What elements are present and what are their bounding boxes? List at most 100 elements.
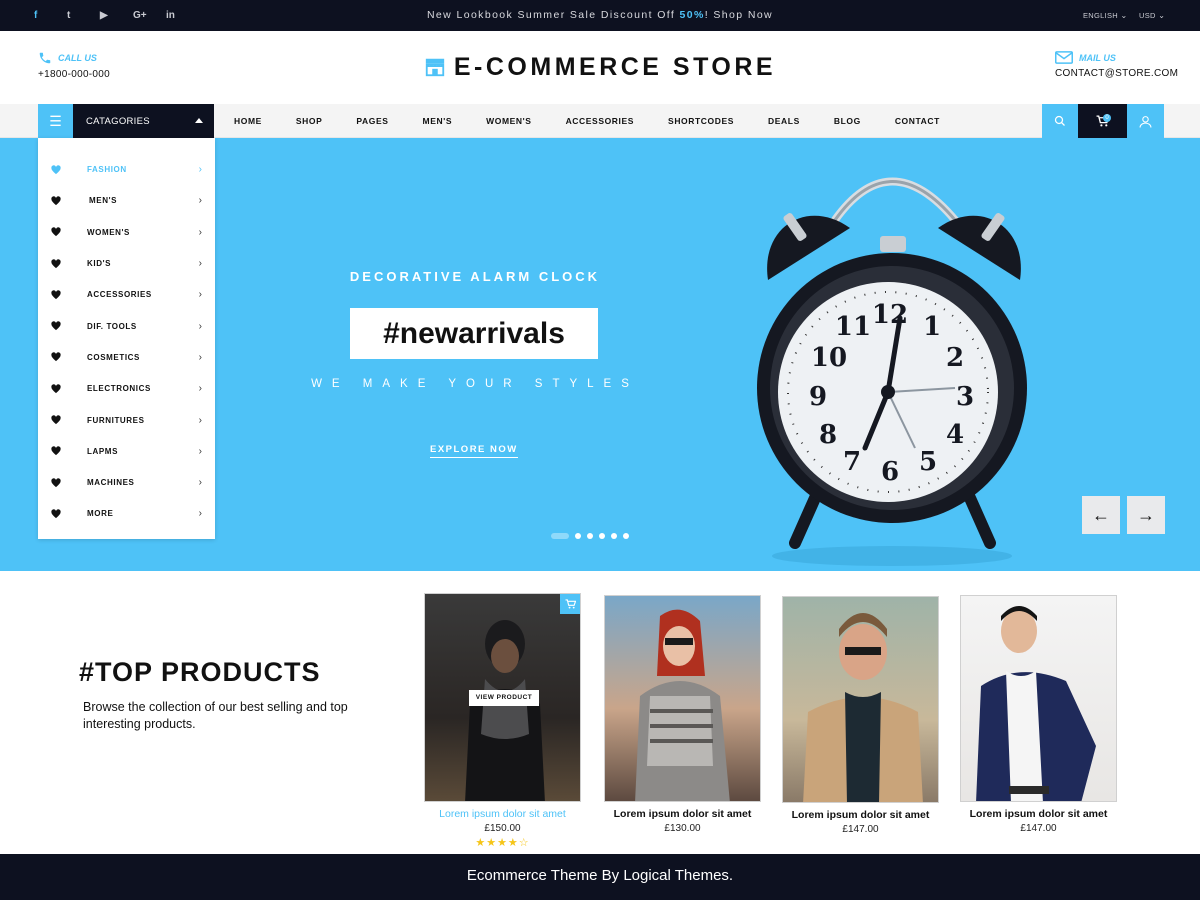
main-navbar: ☰ CATAGORIES HOME SHOP PAGES MEN'S WOMEN… [0,104,1200,138]
store-icon [424,56,446,78]
product-image[interactable] [782,596,939,803]
heart-icon [51,509,61,519]
slider-dot[interactable] [551,533,569,539]
top-products-title: #TOP PRODUCTS [79,657,321,687]
clock-numeral-11: 11 [835,312,871,342]
clock-numeral-6: 6 [881,457,899,487]
slider-next-button[interactable]: → [1127,496,1165,534]
mail-block: MAIL US CONTACT@STORE.COM [1055,51,1178,79]
hero-subtitle: DECORATIVE ALARM CLOCK [349,269,601,284]
clock-numeral-4: 4 [946,420,964,450]
category-item-more[interactable]: MORE › [38,498,215,529]
slider-dot[interactable] [599,533,605,539]
promo-discount: 50% [679,9,705,21]
nav-deals[interactable]: DEALS [768,116,800,126]
chevron-right-icon: › [198,320,202,332]
heart-icon [51,477,61,487]
clock-numeral-2: 2 [946,343,964,373]
slider-dot[interactable] [611,533,617,539]
product-card[interactable]: VIEW PRODUCT Lorem ipsum dolor sit amet … [424,593,581,849]
category-label: DIF. TOOLS [87,321,137,331]
logo-text: E-COMMERCE STORE [453,53,777,81]
slider-dot[interactable] [587,533,593,539]
category-item-accessories[interactable]: ACCESSORIES › [38,279,215,310]
chevron-right-icon: › [198,351,202,363]
add-to-cart-button[interactable] [560,594,580,614]
chevron-right-icon: › [198,164,202,176]
promo-banner[interactable]: New Lookbook Summer Sale Discount Off 50… [0,9,1200,21]
cart-add-icon [565,599,576,609]
main-menu: HOME SHOP PAGES MEN'S WOMEN'S ACCESSORIE… [234,104,940,138]
category-label: LAPMS [87,446,118,456]
category-item-womens[interactable]: WOMEN'S › [38,217,215,248]
product-name[interactable]: Lorem ipsum dolor sit amet [782,809,939,821]
slider-prev-button[interactable]: ← [1082,496,1120,534]
product-name[interactable]: Lorem ipsum dolor sit amet [960,808,1117,820]
product-image[interactable]: VIEW PRODUCT [424,593,581,802]
site-logo[interactable]: E-COMMERCE STORE [0,53,1200,82]
slider-dot[interactable] [575,533,581,539]
nav-accessories[interactable]: ACCESSORIES [566,116,634,126]
category-item-machines[interactable]: MACHINES › [38,467,215,498]
nav-mens[interactable]: MEN'S [423,116,453,126]
nav-shortcodes[interactable]: SHORTCODES [668,116,734,126]
category-item-dif-tools[interactable]: DIF. TOOLS › [38,310,215,341]
chevron-right-icon: › [198,508,202,520]
clock-numeral-5: 5 [919,447,937,477]
hamburger-icon[interactable]: ☰ [38,104,73,138]
product-card[interactable]: Lorem ipsum dolor sit amet £147.00 [960,595,1117,834]
category-item-kids[interactable]: KID'S › [38,248,215,279]
category-label: COSMETICS [87,352,140,362]
heart-icon [51,383,61,393]
search-icon [1054,115,1065,126]
categories-toggle[interactable]: CATAGORIES [73,104,214,138]
nav-shop[interactable]: SHOP [296,116,323,126]
nav-pages[interactable]: PAGES [356,116,388,126]
chevron-right-icon: › [198,383,202,395]
explore-now-button[interactable]: EXPLORE NOW [430,444,518,458]
category-item-fashion[interactable]: FASHION › [38,154,215,185]
product-card[interactable]: Lorem ipsum dolor sit amet £130.00 [604,595,761,834]
footer-credit[interactable]: Ecommerce Theme By Logical Themes. [467,867,733,884]
mail-label-row: MAIL US [1055,51,1178,64]
slider-dot[interactable] [623,533,629,539]
cart-button[interactable]: 0 [1078,104,1127,138]
product-price: £147.00 [1020,823,1057,834]
chevron-right-icon: › [198,258,202,270]
currency-select[interactable]: USD [1139,11,1165,20]
category-label: MORE [87,509,114,519]
nav-blog[interactable]: BLOG [834,116,861,126]
chevron-right-icon: › [198,414,202,426]
category-item-mens[interactable]: MEN'S › [38,185,215,216]
product-name[interactable]: Lorem ipsum dolor sit amet [604,808,761,820]
clock-numeral-3: 3 [956,382,974,412]
category-item-lapms[interactable]: LAPMS › [38,436,215,467]
mail-address[interactable]: CONTACT@STORE.COM [1055,68,1178,79]
search-button[interactable] [1042,104,1078,138]
mail-label: MAIL US [1079,52,1116,63]
promo-text: New Lookbook Summer Sale Discount Off [426,9,680,21]
nav-contact[interactable]: CONTACT [895,116,940,126]
nav-home[interactable]: HOME [234,116,262,126]
product-name[interactable]: Lorem ipsum dolor sit amet [424,808,581,820]
category-item-furnitures[interactable]: FURNITURES › [38,404,215,435]
category-item-electronics[interactable]: ELECTRONICS › [38,373,215,404]
heart-icon [51,164,61,174]
category-label: MEN'S [89,196,118,206]
language-select[interactable]: ENGLISH [1083,11,1128,20]
product-image[interactable] [604,595,761,802]
site-footer: Ecommerce Theme By Logical Themes. [0,854,1200,900]
category-item-cosmetics[interactable]: COSMETICS › [38,342,215,373]
category-label: ACCESSORIES [87,290,152,300]
user-icon [1139,115,1152,128]
account-button[interactable] [1127,104,1164,138]
categories-label: CATAGORIES [86,115,150,127]
chevron-right-icon: › [198,445,202,457]
category-label: WOMEN'S [87,227,130,237]
clock-numeral-1: 1 [923,312,941,342]
promo-cta: ! Shop Now [704,9,774,21]
nav-womens[interactable]: WOMEN'S [486,116,531,126]
product-card[interactable]: Lorem ipsum dolor sit amet £147.00 [782,596,939,835]
view-product-button[interactable]: VIEW PRODUCT [469,690,539,706]
product-image[interactable] [960,595,1117,802]
